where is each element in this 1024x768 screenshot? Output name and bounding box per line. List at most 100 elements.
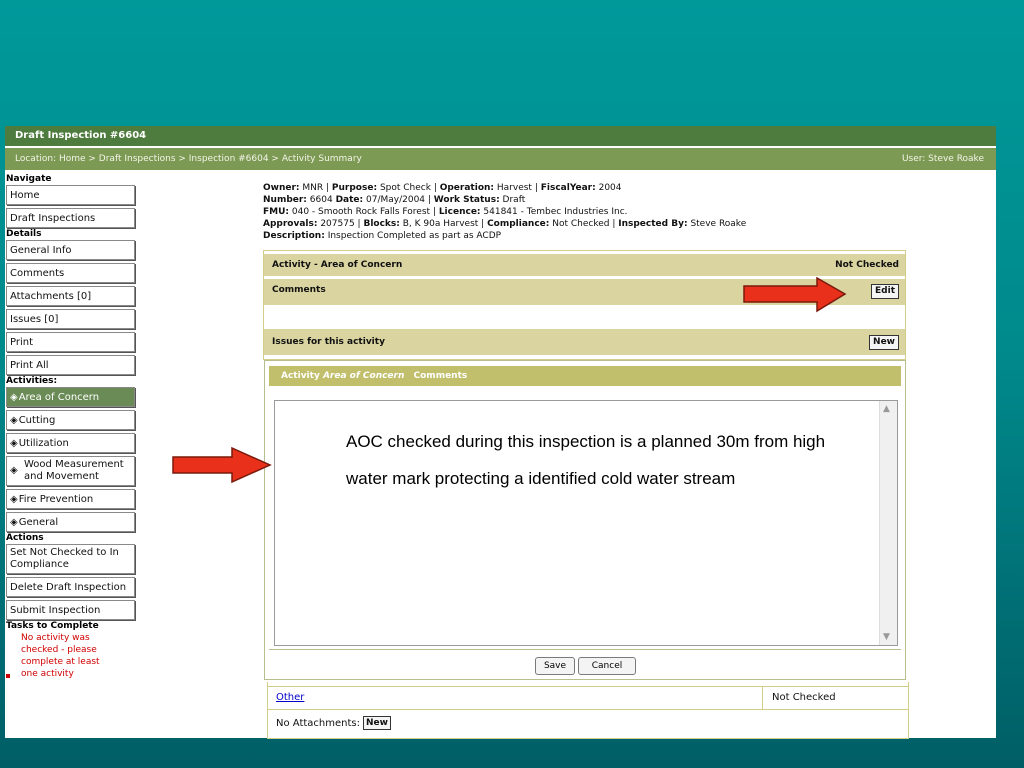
inspected-by-label: Inspected By: xyxy=(618,219,688,229)
submit-inspection-button[interactable]: Submit Inspection xyxy=(6,600,135,620)
purpose-value: Spot Check xyxy=(379,183,431,193)
description-value: Inspection Completed as part as ACDP xyxy=(327,231,502,241)
compliance-value: Not Checked xyxy=(552,219,610,229)
blocks-label: Blocks: xyxy=(363,219,400,229)
new-issue-button[interactable]: New xyxy=(869,335,899,350)
other-activity-panel: Other Not Checked No Attachments: New xyxy=(267,682,909,739)
comment-text: AOC checked during this inspection is a … xyxy=(346,432,826,488)
number-value: 6604 xyxy=(309,195,333,205)
sidebar: Navigate Home Draft Inspections Details … xyxy=(5,173,135,680)
sidebar-activity-fire-prevention[interactable]: ◈Fire Prevention xyxy=(6,489,135,509)
sidebar-item-print[interactable]: Print xyxy=(6,332,135,352)
sidebar-item-attachments[interactable]: Attachments [0] xyxy=(6,286,135,306)
action-label-line2: Compliance xyxy=(10,559,69,570)
issues-label: Issues for this activity xyxy=(272,337,385,347)
fiscal-year-label: FiscalYear: xyxy=(540,183,596,193)
fiscal-year-value: 2004 xyxy=(598,183,622,193)
inspection-info: Owner: MNR | Purpose: Spot Check | Opera… xyxy=(263,182,903,242)
dialog-divider xyxy=(269,649,901,650)
activity-label: General xyxy=(18,517,59,528)
activity-status: Not Checked xyxy=(835,260,899,270)
sidebar-item-general-info[interactable]: General Info xyxy=(6,240,135,260)
diamond-icon: ◈ xyxy=(10,517,18,528)
purpose-label: Purpose: xyxy=(331,183,378,193)
number-label: Number: xyxy=(263,195,307,205)
cancel-button[interactable]: Cancel xyxy=(578,657,636,675)
diamond-icon: ◈ xyxy=(10,465,18,476)
new-attachment-button[interactable]: New xyxy=(362,716,391,730)
fmu-label: FMU: xyxy=(263,207,290,217)
diamond-icon: ◈ xyxy=(10,494,18,505)
sidebar-item-draft-inspections[interactable]: Draft Inspections xyxy=(6,208,135,228)
action-label-line1: Set Not Checked to In xyxy=(10,547,119,558)
activity-label: Fire Prevention xyxy=(18,494,94,505)
task-line: No activity was xyxy=(21,633,90,643)
window-titlebar: Draft Inspection #6604 xyxy=(5,126,996,146)
sidebar-activity-area-of-concern[interactable]: ◈Area of Concern xyxy=(6,387,135,407)
work-status-label: Work Status: xyxy=(433,195,500,205)
attachments-label: No Attachments: xyxy=(276,718,360,729)
approvals-value: 207575 xyxy=(320,219,355,229)
details-heading: Details xyxy=(6,229,42,239)
navigate-heading: Navigate xyxy=(6,174,52,184)
dialog-title-suffix: Comments xyxy=(410,371,468,381)
diamond-icon: ◈ xyxy=(10,392,18,403)
sidebar-activity-utilization[interactable]: ◈Utilization xyxy=(6,433,135,453)
sidebar-item-issues[interactable]: Issues [0] xyxy=(6,309,135,329)
sidebar-activity-general[interactable]: ◈General xyxy=(6,512,135,532)
breadcrumb: Location: Home > Draft Inspections > Ins… xyxy=(15,154,362,164)
info-line-4: Approvals: 207575 | Blocks: B, K 90a Har… xyxy=(263,219,747,229)
window-title: Draft Inspection #6604 xyxy=(15,130,147,141)
operation-value: Harvest xyxy=(496,183,532,193)
sidebar-item-comments[interactable]: Comments xyxy=(6,263,135,283)
activity-label-line2: and Movement xyxy=(24,471,99,482)
chevron-up-icon[interactable]: ▲ xyxy=(883,404,890,414)
dialog-title-text: Activity Area of Concern Comments xyxy=(269,371,467,381)
owner-label: Owner: xyxy=(263,183,300,193)
user-label: User: Steve Roake xyxy=(901,154,984,164)
date-value: 07/May/2004 xyxy=(366,195,426,205)
textarea-scrollbar[interactable]: ▲ ▼ xyxy=(879,401,897,645)
sidebar-item-home[interactable]: Home xyxy=(6,185,135,205)
work-status-value: Draft xyxy=(502,195,526,205)
task-line: checked - please xyxy=(21,645,97,655)
inspected-by-value: Steve Roake xyxy=(690,219,747,229)
other-link[interactable]: Other xyxy=(276,687,304,709)
sidebar-activity-cutting[interactable]: ◈Cutting xyxy=(6,410,135,430)
description-label: Description: xyxy=(263,231,325,241)
other-status: Not Checked xyxy=(772,692,836,703)
comment-textarea[interactable]: AOC checked during this inspection is a … xyxy=(274,400,898,646)
delete-draft-inspection-button[interactable]: Delete Draft Inspection xyxy=(6,577,135,597)
dialog-title: Activity Area of Concern Comments xyxy=(269,366,901,386)
activity-header-bar: Activity - Area of Concern Not Checked xyxy=(264,254,905,276)
actions-heading: Actions xyxy=(6,533,44,543)
activity-label-line1: Wood Measurement xyxy=(24,459,124,470)
info-line-1: Owner: MNR | Purpose: Spot Check | Opera… xyxy=(263,183,622,193)
activity-label: Area of Concern xyxy=(18,392,100,403)
comments-dialog: Activity Area of Concern Comments AOC ch… xyxy=(264,360,906,680)
set-not-checked-button[interactable]: Set Not Checked to In Compliance xyxy=(6,544,135,574)
sidebar-activity-wood-measurement[interactable]: ◈ Wood Measurement and Movement xyxy=(6,456,135,486)
approvals-label: Approvals: xyxy=(263,219,318,229)
chevron-down-icon[interactable]: ▼ xyxy=(883,632,890,642)
activity-label: Cutting xyxy=(18,415,56,426)
operation-label: Operation: xyxy=(439,183,495,193)
activities-heading: Activities: xyxy=(6,376,58,386)
diamond-icon: ◈ xyxy=(10,438,18,449)
date-label: Date: xyxy=(335,195,364,205)
dialog-title-prefix: Activity xyxy=(281,371,323,381)
arrow-right-icon xyxy=(172,446,272,484)
fmu-value: 040 - Smooth Rock Falls Forest xyxy=(291,207,431,217)
bullet-icon xyxy=(6,674,10,678)
tasks-message: No activity was checked - please complet… xyxy=(5,632,135,680)
info-line-5: Description: Inspection Completed as par… xyxy=(263,230,903,242)
sidebar-item-print-all[interactable]: Print All xyxy=(6,355,135,375)
licence-label: Licence: xyxy=(438,207,481,217)
edit-button[interactable]: Edit xyxy=(871,284,899,299)
licence-value: 541841 - Tembec Industries Inc. xyxy=(483,207,628,217)
issues-header-bar: Issues for this activity New xyxy=(264,329,905,355)
save-button[interactable]: Save xyxy=(535,657,575,675)
column-divider xyxy=(762,687,763,709)
diamond-icon: ◈ xyxy=(10,415,18,426)
dialog-title-activity: Area of Concern xyxy=(322,371,405,381)
